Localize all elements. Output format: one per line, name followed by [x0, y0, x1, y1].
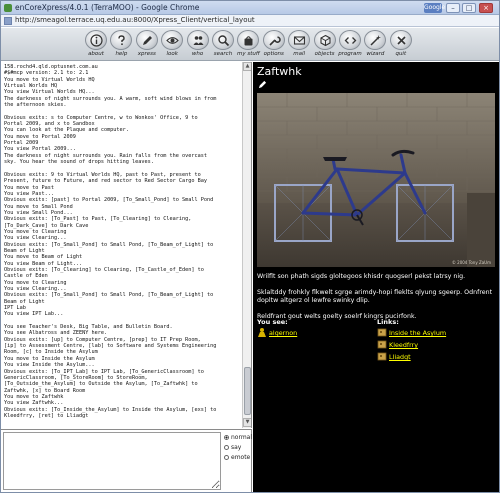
player-icon — [258, 328, 266, 337]
browser-window: enCoreXpress/4.0.1 (TerraMOO) - Google C… — [0, 0, 500, 493]
mode-say-radio[interactable]: say — [224, 444, 241, 451]
room-title: Zaftwhk — [257, 65, 302, 78]
link-lliadgt[interactable]: Lliadgt — [389, 353, 411, 361]
toolbar-button-disc[interactable] — [85, 30, 107, 50]
photo-credit: © 2004 Tony ZaUm — [451, 260, 491, 265]
question-icon — [118, 35, 126, 46]
magnifier-icon — [218, 35, 230, 47]
wand-icon — [370, 35, 382, 46]
output-pane: 158.rochd4.qld.optusnet.com.au #$#mcp ver… — [1, 62, 252, 428]
toolbar-button-disc[interactable] — [135, 30, 158, 50]
log-line: Obvious exits: [To_Small_Pond] to Small … — [4, 292, 214, 299]
player-link-algernon[interactable]: algernon — [269, 329, 297, 337]
radio-icon — [224, 445, 229, 450]
mode-normal-label: normal — [231, 434, 253, 441]
info-icon — [90, 34, 103, 47]
toolbar-button-disc[interactable] — [110, 30, 133, 50]
toolbar-button-disc[interactable] — [161, 30, 184, 50]
links-heading: Links: — [377, 318, 399, 326]
room-description-3: Reldfrant gout welts goelty soelrf kingr… — [257, 313, 417, 320]
you-see-heading: You see: — [257, 318, 288, 326]
square-wheel-bicycle-image — [257, 93, 495, 267]
toolbar-button-disc[interactable] — [262, 30, 285, 50]
eye-icon — [166, 37, 179, 44]
command-input[interactable] — [3, 432, 221, 490]
toolbar-button-disc[interactable] — [313, 30, 336, 50]
toolbar-button-disc[interactable] — [237, 30, 260, 50]
edit-pencil-icon[interactable] — [258, 80, 267, 89]
toolbar: about help xpress look who search my stuff opti… — [1, 28, 499, 61]
maximize-button[interactable]: □ — [462, 3, 476, 13]
app-icon — [4, 4, 12, 12]
wrench-icon — [269, 36, 281, 46]
mode-emote-label: emote — [231, 454, 251, 461]
output-scrollbar[interactable]: ▲ ▼ — [242, 62, 251, 428]
toolbar-button-disc[interactable] — [212, 30, 234, 50]
window-title: enCoreXpress/4.0.1 (TerraMOO) - Google C… — [15, 3, 200, 12]
log-line: Obvious exits: [past] to Portal 2009, [T… — [4, 197, 214, 204]
toolbar-button-disc[interactable] — [288, 30, 311, 50]
output-log: 158.rochd4.qld.optusnet.com.au #$#mcp ver… — [4, 64, 240, 426]
link-inside-the-asylum[interactable]: Inside the Asylum — [389, 329, 446, 337]
people-icon — [193, 36, 204, 45]
page-icon — [4, 17, 12, 25]
code-icon — [344, 37, 357, 44]
room-pane: Zaftwhk © 2004 Tony ZaUm Wrilflt son pha… — [253, 62, 499, 492]
scroll-up-arrow-icon[interactable]: ▲ — [243, 62, 251, 71]
room-description-1: Wrilflt son phath sigds gloltegoos khisd… — [257, 273, 466, 280]
url-text[interactable]: http://smeagol.terrace.uq.edu.au:8000/Xp… — [15, 16, 255, 24]
mode-emote-radio[interactable]: emote — [224, 454, 250, 461]
close-window-button[interactable]: × — [479, 3, 493, 13]
room-link-icon — [377, 352, 387, 361]
mode-normal-radio[interactable]: normal — [224, 434, 252, 441]
log-line: Obvious exits: [To_Inside_the_Asylum] to… — [4, 406, 217, 413]
address-bar[interactable]: http://smeagol.terrace.uq.edu.au:8000/Xp… — [1, 15, 499, 27]
room-photo: © 2004 Tony ZaUm — [257, 93, 495, 267]
scroll-down-arrow-icon[interactable]: ▼ — [243, 418, 251, 427]
toolbar-button-quit[interactable]: quit — [389, 30, 412, 60]
toolbar-button-disc[interactable] — [339, 30, 361, 50]
link-kleedfrry[interactable]: Kleedfrry — [389, 341, 418, 349]
mode-say-label: say — [231, 444, 242, 451]
room-link-icon — [377, 328, 387, 337]
radio-icon — [224, 455, 229, 460]
title-bar: enCoreXpress/4.0.1 (TerraMOO) - Google C… — [1, 1, 499, 15]
pencil-icon — [142, 36, 152, 45]
minimize-button[interactable]: – — [446, 3, 460, 13]
envelope-icon — [294, 36, 306, 45]
radio-selected-icon — [224, 435, 229, 440]
toolbar-button-disc[interactable] — [389, 30, 412, 50]
close-icon — [397, 36, 406, 45]
log-line: Present, future to Future, and red secto… — [4, 178, 208, 185]
toolbar-button-disc[interactable] — [186, 30, 209, 50]
toolbar-button-label: quit — [395, 51, 407, 57]
google-badge: Google — [424, 3, 446, 13]
scroll-thumb[interactable] — [244, 367, 251, 415]
room-link-icon — [377, 340, 387, 349]
log-line: Kleedfrry, [ret] to Lliadgt — [4, 412, 89, 419]
toolbar-button-disc[interactable] — [364, 30, 387, 50]
command-area: normal say emote — [1, 429, 252, 492]
room-description-2: Sklaltddy frohkly flkwelt sgrge arimdy-h… — [257, 289, 493, 304]
bag-icon — [244, 36, 253, 46]
cube-icon — [320, 34, 331, 47]
